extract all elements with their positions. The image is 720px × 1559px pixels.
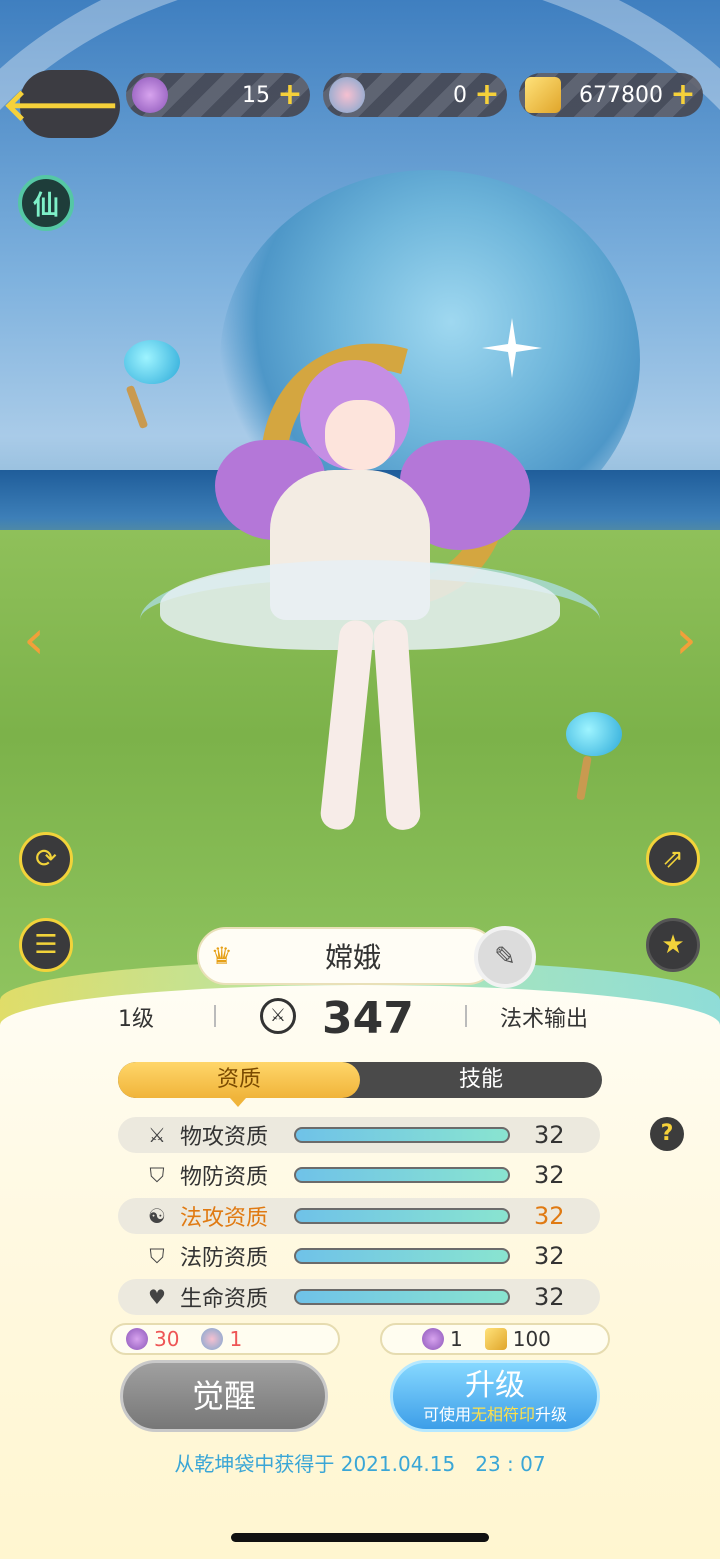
- attribute-row: ⛉ 法防资质 32: [118, 1238, 600, 1274]
- awaken-cost-value-2: 1: [229, 1327, 243, 1351]
- attribute-value: 32: [534, 1161, 565, 1189]
- resource-3: 677800 +: [519, 73, 703, 117]
- attribute-row: ♥ 生命资质 32: [118, 1279, 600, 1315]
- lantern-left: [124, 340, 180, 384]
- upgrade-cost: 1 100: [380, 1323, 610, 1355]
- upgrade-sub-pre: 可使用: [422, 1405, 471, 1424]
- tabs: 资质 技能: [118, 1062, 602, 1107]
- back-button[interactable]: 🡐: [2, 70, 120, 138]
- awaken-button[interactable]: 觉醒: [120, 1360, 328, 1432]
- magic-shield-icon: ⛉: [149, 1244, 165, 1268]
- crossed-swords-icon: ⚔: [148, 1123, 166, 1147]
- attribute-value: 32: [534, 1283, 565, 1311]
- list-icon: ☰: [34, 930, 58, 960]
- add-resource-3-button[interactable]: +: [669, 80, 697, 110]
- share-button[interactable]: ⇗: [646, 832, 700, 886]
- back-arrow-icon: 🡐: [2, 80, 120, 131]
- gold-ingot-icon: [525, 77, 561, 113]
- crown-icon: ♛: [211, 942, 233, 970]
- immortal-button[interactable]: 仙: [18, 175, 74, 231]
- help-button[interactable]: ?: [650, 1117, 684, 1151]
- shield-icon: ⛉: [149, 1163, 165, 1187]
- resource-2-value: 0: [453, 82, 467, 108]
- divider: [465, 1005, 467, 1027]
- attribute-label: 物攻资质: [180, 1125, 269, 1150]
- purple-character-icon: [132, 77, 168, 113]
- heart-icon: ♥: [148, 1285, 166, 1309]
- attribute-label: 法攻资质: [180, 1206, 269, 1231]
- divider: [214, 1005, 216, 1027]
- refresh-button[interactable]: ⟳: [19, 832, 73, 886]
- character-face: [325, 400, 395, 470]
- gem-token-icon: [201, 1328, 224, 1350]
- prev-character-button[interactable]: ‹: [14, 610, 54, 670]
- resource-3-value: 677800: [579, 82, 663, 108]
- star-icon: ★: [661, 930, 685, 960]
- add-resource-1-button[interactable]: +: [276, 80, 304, 110]
- upgrade-sub-post: 升级: [535, 1405, 568, 1424]
- tab-skills[interactable]: 技能: [360, 1062, 602, 1098]
- gold-ingot-icon: [484, 1328, 507, 1350]
- attribute-value: 32: [534, 1121, 565, 1149]
- immortal-label: 仙: [32, 190, 59, 221]
- stat-row: 1级 ⚔ 347 法术输出: [0, 993, 720, 1044]
- attribute-bar: [294, 1127, 510, 1143]
- attribute-row: ⚔ 物攻资质 32: [118, 1117, 600, 1153]
- acquisition-source: 从乾坤袋中获得于 2021.04.15 23 : 07: [174, 1452, 546, 1476]
- add-resource-2-button[interactable]: +: [473, 80, 501, 110]
- attribute-label: 物防资质: [180, 1165, 269, 1190]
- yin-yang-icon: ☯: [148, 1204, 166, 1228]
- character-name: 嫦娥: [324, 941, 381, 974]
- upgrade-subtext: 可使用无相符印升级: [393, 1405, 597, 1425]
- character-token-icon: [422, 1328, 444, 1350]
- attribute-value: 32: [534, 1242, 565, 1270]
- combat-power-icon: ⚔: [260, 998, 296, 1034]
- pencil-icon: ✎: [494, 942, 516, 972]
- upgrade-button[interactable]: 升级 可使用无相符印升级: [390, 1360, 600, 1432]
- next-character-button[interactable]: ›: [666, 610, 706, 670]
- combat-power: 347: [322, 993, 414, 1044]
- lantern-right: [566, 712, 622, 756]
- character-role: 法术输出: [500, 1007, 589, 1032]
- attribute-bar: [294, 1208, 510, 1224]
- character-level: 1级: [118, 1007, 154, 1032]
- list-button[interactable]: ☰: [19, 918, 73, 972]
- attribute-row: ⛉ 物防资质 32: [118, 1157, 600, 1193]
- awaken-cost-value-1: 30: [154, 1327, 180, 1351]
- upgrade-cost-value-2: 100: [512, 1327, 551, 1351]
- attribute-row: ☯ 法攻资质 32: [118, 1198, 600, 1234]
- attribute-bar: [294, 1248, 510, 1264]
- upgrade-sub-highlight: 无相符印: [470, 1405, 535, 1424]
- attribute-label: 生命资质: [180, 1287, 269, 1312]
- attribute-bar: [294, 1289, 510, 1305]
- favorite-button[interactable]: ★: [646, 918, 700, 972]
- rename-button[interactable]: ✎: [474, 926, 536, 988]
- upgrade-label: 升级: [465, 1368, 525, 1403]
- resource-1: 15 +: [126, 73, 310, 117]
- refresh-icon: ⟳: [35, 844, 57, 874]
- attribute-value: 32: [534, 1202, 565, 1230]
- share-icon: ⇗: [662, 844, 684, 874]
- gem-orb-icon: [329, 77, 365, 113]
- resource-2: 0 +: [323, 73, 507, 117]
- attribute-label: 法防资质: [180, 1246, 269, 1271]
- attribute-bar: [294, 1167, 510, 1183]
- sparkle-icon: [482, 318, 542, 378]
- home-indicator[interactable]: [231, 1533, 489, 1542]
- awaken-cost: 30 1: [110, 1323, 340, 1355]
- resource-1-value: 15: [242, 82, 270, 108]
- character-token-icon: [126, 1328, 148, 1350]
- tab-aptitude[interactable]: 资质: [118, 1062, 360, 1107]
- upgrade-cost-value-1: 1: [450, 1327, 463, 1351]
- name-box: ♛ 嫦娥: [197, 927, 497, 985]
